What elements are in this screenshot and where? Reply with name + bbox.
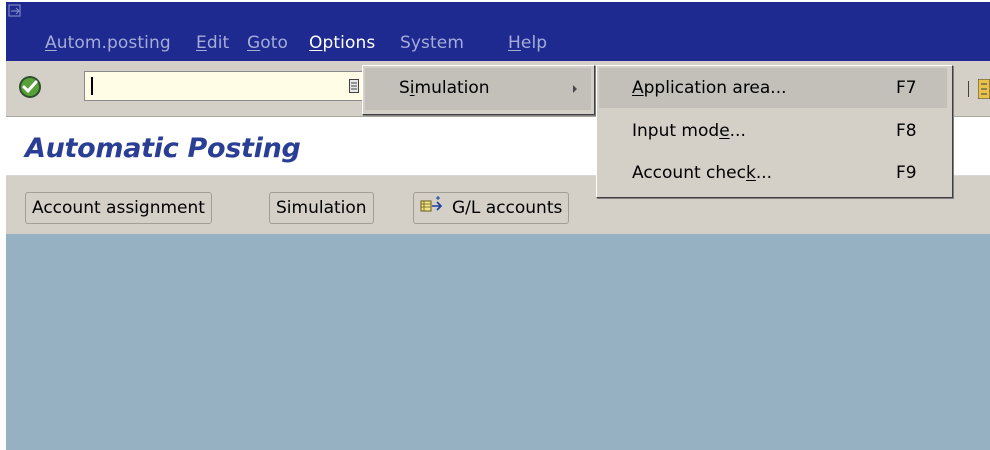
menu-item-label: Application area... xyxy=(632,78,787,98)
menu-item-label: Input mode... xyxy=(632,121,746,141)
shortcut-label: F9 xyxy=(896,163,917,183)
gl-accounts-icon xyxy=(420,196,443,212)
gl-accounts-button[interactable]: G/L accounts xyxy=(413,192,570,224)
submenu-arrow-icon xyxy=(573,85,577,93)
menu-bar: Autom.posting Edit Goto Options System H… xyxy=(6,2,990,61)
menu-goto[interactable]: Goto xyxy=(247,33,288,53)
page-title: Automatic Posting xyxy=(25,133,301,164)
menu-autom-posting[interactable]: Autom.posting xyxy=(45,33,171,53)
menu-item-label: Simulation xyxy=(399,78,490,98)
menu-help[interactable]: Help xyxy=(508,33,547,53)
menu-system[interactable]: System xyxy=(400,33,464,53)
menu-edit[interactable]: Edit xyxy=(196,33,229,53)
toolbar-separator xyxy=(968,81,969,97)
sap-window: Autom.posting Edit Goto Options System H… xyxy=(6,2,990,450)
menu-item-label: Account check... xyxy=(632,163,773,183)
simulation-label: Simulation xyxy=(276,198,367,218)
enter-checkmark-icon[interactable] xyxy=(17,74,43,100)
text-caret xyxy=(91,77,93,95)
options-menu: Simulation xyxy=(362,65,595,115)
simulation-button[interactable]: Simulation xyxy=(269,192,374,224)
command-field[interactable] xyxy=(84,71,364,101)
account-assignment-label: Account assignment xyxy=(32,198,205,218)
submenu-item-application-area[interactable]: Application area... F7 xyxy=(599,68,947,108)
system-menu-icon[interactable] xyxy=(8,4,22,18)
submenu-item-input-mode[interactable]: Input mode... F8 xyxy=(599,111,947,151)
gl-accounts-label: G/L accounts xyxy=(452,198,563,218)
shortcut-label: F7 xyxy=(896,78,917,98)
submenu-item-account-check[interactable]: Account check... F9 xyxy=(599,153,947,193)
simulation-submenu: Application area... F7 Input mode... F8 … xyxy=(596,65,953,198)
shortcut-label: F8 xyxy=(896,121,917,141)
options-menu-item-simulation[interactable]: Simulation xyxy=(365,68,591,110)
layout-menu-icon[interactable] xyxy=(978,79,990,99)
menu-options[interactable]: Options xyxy=(309,33,375,53)
command-history-icon[interactable] xyxy=(349,79,359,93)
account-assignment-button[interactable]: Account assignment xyxy=(25,192,212,224)
